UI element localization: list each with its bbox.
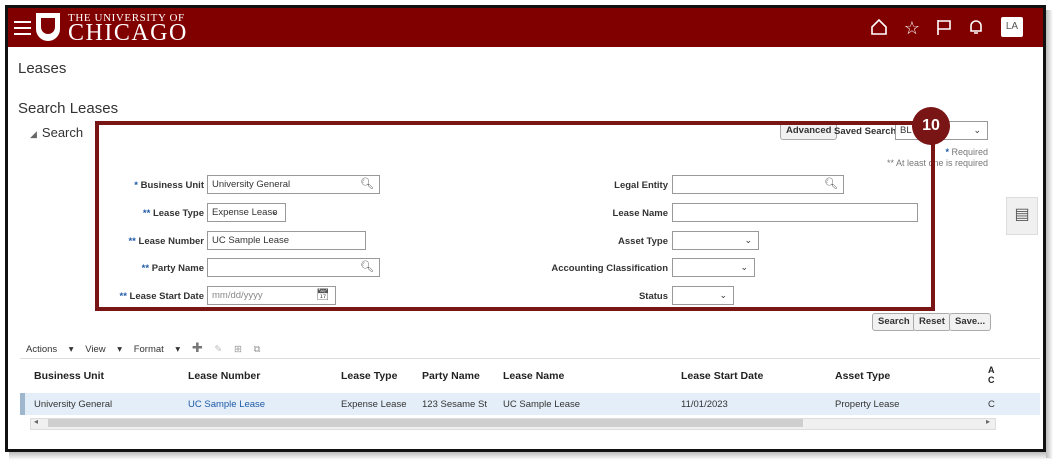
reset-button[interactable]: Reset (913, 313, 951, 331)
cell-business-unit: University General (34, 399, 113, 410)
flag-icon[interactable] (934, 18, 954, 38)
favorites-star-icon[interactable]: ☆ (902, 18, 922, 38)
hamburger-menu-icon[interactable] (14, 17, 31, 37)
view-menu[interactable]: View ▾ (85, 344, 122, 355)
cell-party-name: 123 Sesame St (422, 399, 487, 410)
format-menu[interactable]: Format ▾ (134, 344, 181, 355)
col-party-name[interactable]: Party Name (422, 370, 480, 382)
chevron-down-icon: ⌄ (973, 125, 981, 135)
col-lease-name[interactable]: Lease Name (503, 370, 564, 382)
detach-table-icon[interactable]: ⧉ (254, 344, 261, 355)
cell-lease-number-link[interactable]: UC Sample Lease (188, 399, 265, 410)
notifications-bell-icon[interactable] (966, 18, 986, 38)
edit-pencil-icon[interactable]: ✎ (214, 344, 222, 355)
col-lease-type[interactable]: Lease Type (341, 370, 397, 382)
col-business-unit[interactable]: Business Unit (34, 370, 104, 382)
section-title: Search Leases (18, 100, 119, 117)
cell-asset-type: Property Lease (835, 399, 900, 410)
save-button[interactable]: Save... (949, 313, 992, 331)
table-separator (20, 358, 1040, 359)
home-icon[interactable] (869, 18, 889, 38)
search-section-label: Search (41, 125, 84, 140)
scroll-left-icon[interactable]: ◂ (34, 417, 38, 426)
col-lease-start-date[interactable]: Lease Start Date (681, 370, 763, 382)
results-toolbar: Actions ▾ View ▾ Format ▾ ✚ ✎ ⊞ ⧉ (26, 340, 269, 356)
page-title: Leases (18, 60, 67, 77)
university-crest-icon (36, 13, 60, 41)
add-icon[interactable]: ✚ (192, 340, 203, 355)
cell-lease-type: Expense Lease (341, 399, 407, 410)
freeze-column-icon[interactable]: ⊞ (234, 344, 242, 355)
col-truncated[interactable]: A C (988, 365, 998, 385)
search-section-toggle[interactable]: ◢ Search (30, 125, 83, 140)
collapse-triangle-icon: ◢ (30, 129, 37, 139)
app-window: THE UNIVERSITY OF CHICAGO ☆ LA Leases Se… (5, 5, 1046, 452)
horizontal-scroll-thumb[interactable] (48, 419, 803, 427)
user-avatar[interactable]: LA (1001, 17, 1023, 37)
cell-truncated: C (988, 399, 995, 410)
cell-lease-name: UC Sample Lease (503, 399, 581, 410)
row-selection-marker (20, 393, 25, 415)
cell-lease-start-date: 11/01/2023 (681, 399, 728, 410)
step-badge: 10 (912, 107, 950, 145)
logo-line2: CHICAGO (68, 20, 188, 46)
step-highlight-box (95, 121, 935, 311)
top-bar: THE UNIVERSITY OF CHICAGO ☆ LA (8, 8, 1043, 47)
col-asset-type[interactable]: Asset Type (835, 370, 890, 382)
side-panel-document-icon[interactable]: ▤ (1006, 197, 1038, 235)
search-button[interactable]: Search (872, 313, 916, 331)
actions-menu[interactable]: Actions ▾ (26, 344, 74, 355)
col-lease-number[interactable]: Lease Number (188, 370, 260, 382)
scroll-right-icon[interactable]: ▸ (986, 417, 990, 426)
